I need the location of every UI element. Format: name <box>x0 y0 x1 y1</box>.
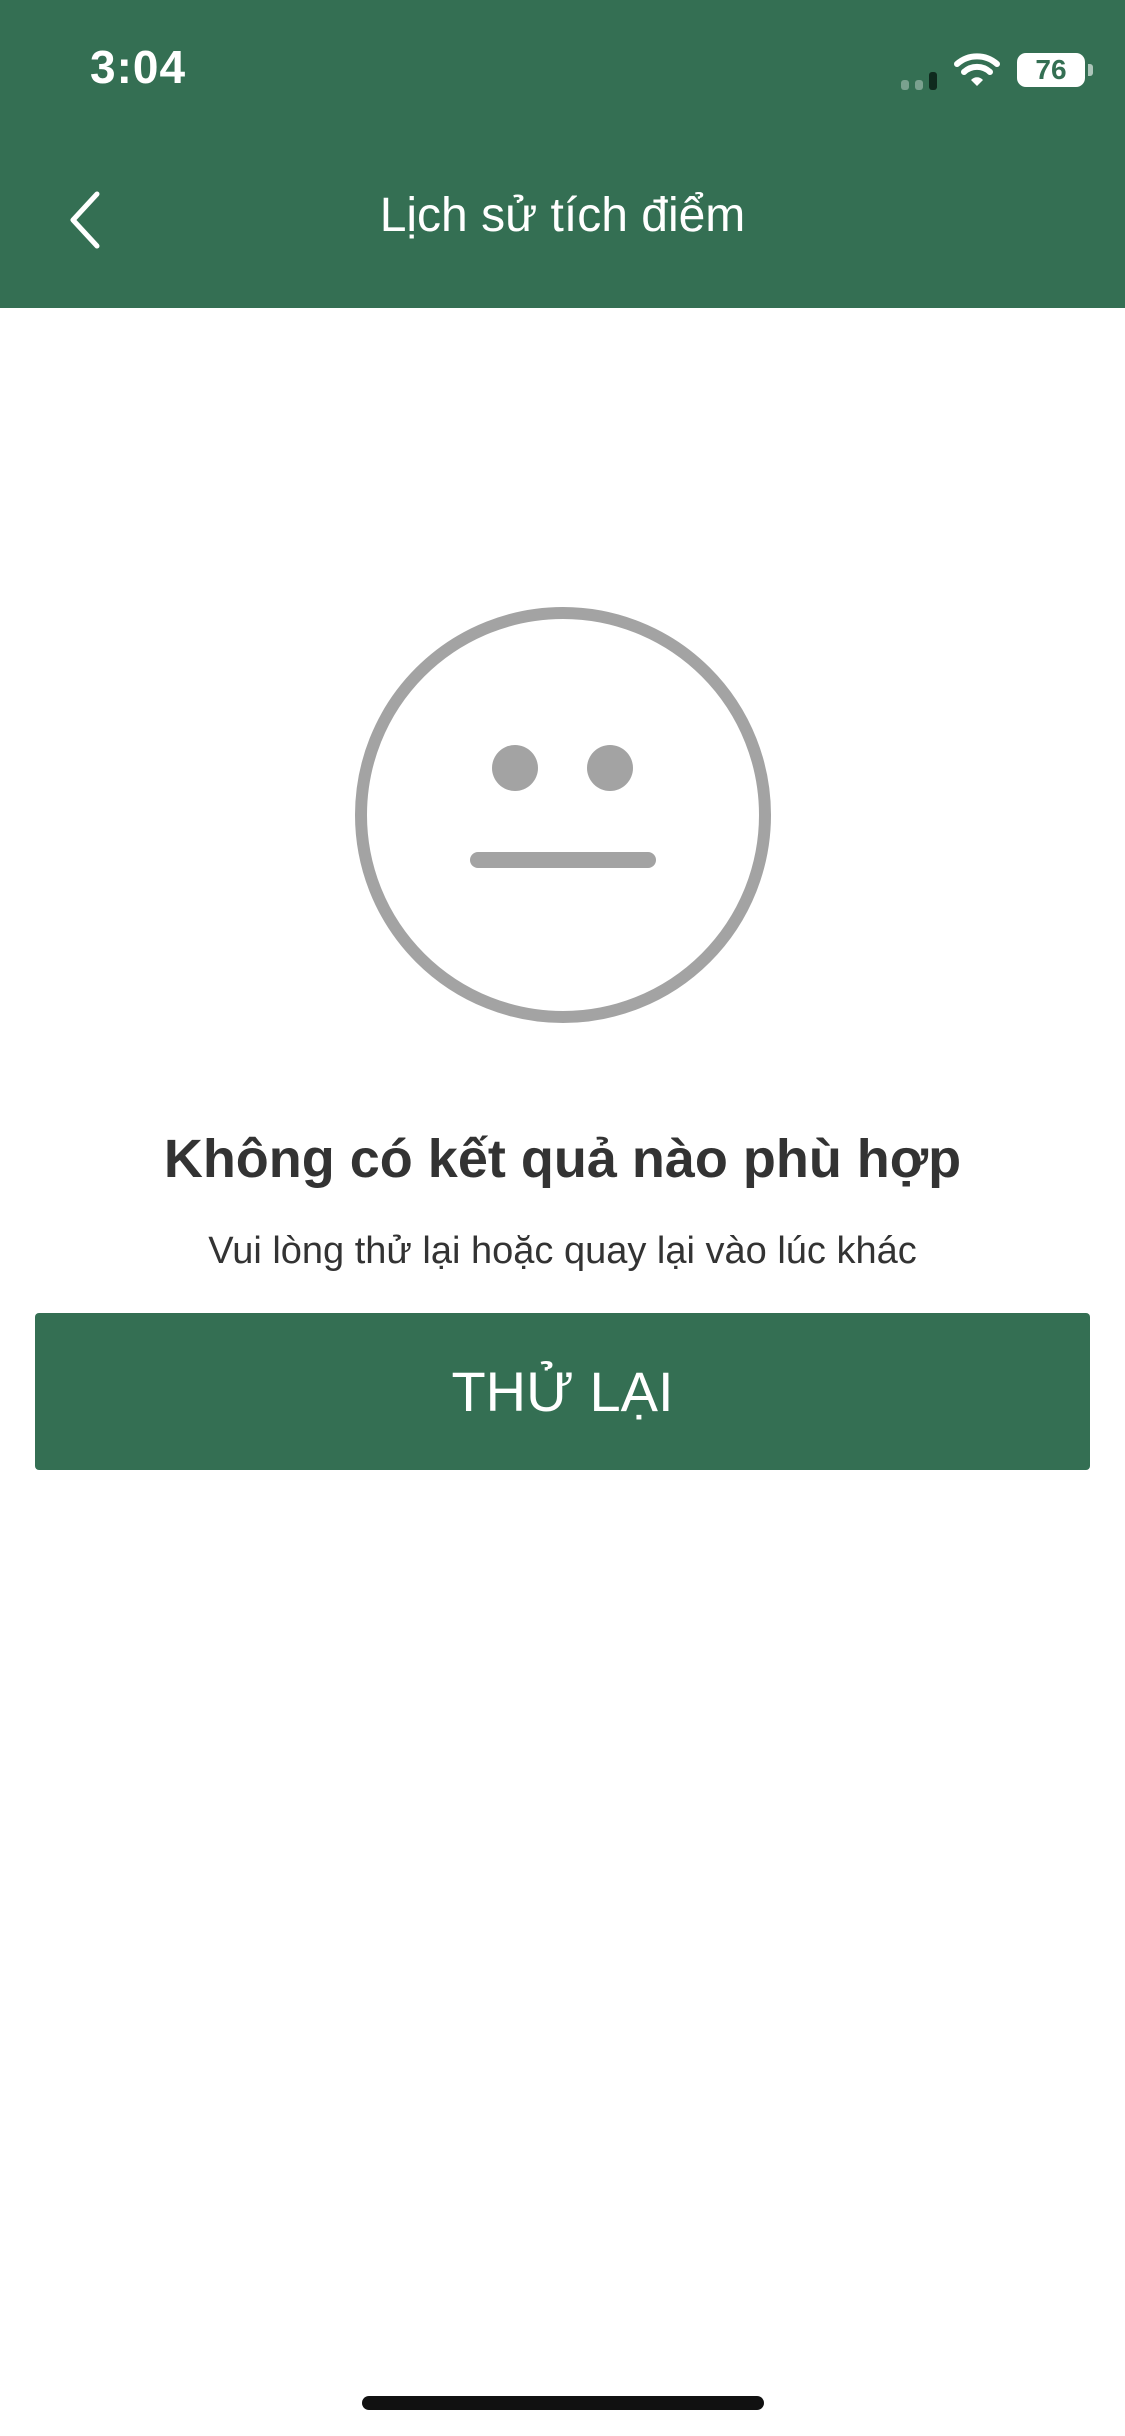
page-title: Lịch sử tích điểm <box>379 189 746 242</box>
retry-button[interactable]: THỬ LẠI <box>35 1313 1090 1470</box>
empty-state-title: Không có kết quả nào phù hợp <box>163 1129 962 1189</box>
retry-button-label: THỬ LẠI <box>451 1360 674 1423</box>
neutral-face-icon <box>355 607 771 1023</box>
app-header: 3:04 76 Lịch sử tích điểm <box>0 0 1125 308</box>
battery-level: 76 <box>1035 54 1067 85</box>
battery-tip <box>1088 64 1093 76</box>
battery-icon: 76 <box>1017 53 1093 87</box>
wifi-icon <box>954 53 1000 86</box>
empty-state-subtitle: Vui lòng thử lại hoặc quay lại vào lúc k… <box>208 1230 917 1272</box>
status-time: 3:04 <box>90 41 187 93</box>
status-icons: 76 <box>901 50 1093 90</box>
cellular-signal-icon <box>901 50 937 90</box>
home-indicator[interactable] <box>362 2396 764 2410</box>
